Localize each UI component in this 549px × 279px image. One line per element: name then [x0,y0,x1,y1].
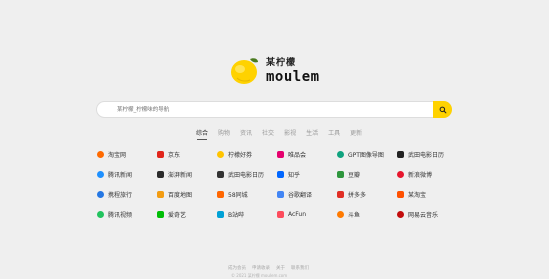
thepaper-icon [157,170,164,178]
site-label: B站哔 [228,211,245,219]
douyu-icon [337,210,344,218]
site-label: 网易云音乐 [408,211,439,219]
lemon-icon [228,53,262,87]
footer-link[interactable]: 联系我们 [291,265,309,271]
logo-cn-text: 某柠檬 [266,57,297,68]
site-label: 淘宝网 [108,151,127,159]
gpt-icon [337,150,344,158]
site-link[interactable]: 知乎 [277,169,337,179]
site-link[interactable]: 豆瓣 [337,169,397,179]
site-label: 爱奇艺 [168,211,187,219]
site-label: 武田电影日历 [228,171,265,179]
site-link[interactable]: AcFun [277,209,337,219]
site-link[interactable]: 京东 [157,149,217,159]
site-link[interactable]: 谷歌翻译 [277,189,337,199]
site-label: 谷歌翻译 [288,191,313,199]
douban-icon [337,170,344,178]
site-label: 知乎 [288,171,301,179]
logo-en-text: moulem [266,68,320,85]
bilibili-icon [217,210,224,218]
site-link[interactable]: 淘宝网 [97,149,157,159]
site-link[interactable]: 柠檬好券 [217,149,277,159]
tab-1[interactable]: 购物 [217,128,231,137]
site-link[interactable]: 携程旅行 [97,189,157,199]
site-label: 某淘宝 [408,191,427,199]
site-link[interactable]: 新浪微博 [397,169,457,179]
site-logo[interactable]: 某柠檬 moulem [228,50,323,90]
calendar-icon [397,150,404,158]
site-link[interactable]: 腾讯视频 [97,209,157,219]
site-label: 腾讯视频 [108,211,133,219]
coupon-icon [217,150,224,158]
netease-music-icon [397,210,404,218]
site-label: 柠檬好券 [228,151,253,159]
site-link[interactable]: 网易云音乐 [397,209,457,219]
site-link[interactable]: 某淘宝 [397,189,457,199]
site-link[interactable]: 武田电影日历 [217,169,277,179]
site-label: 斗鱼 [348,211,361,219]
tab-0[interactable]: 综合 [195,128,209,140]
pinduoduo-icon [337,190,344,198]
site-link[interactable]: 唯品会 [277,149,337,159]
site-link[interactable]: 拼多多 [337,189,397,199]
tab-6[interactable]: 工具 [327,128,341,137]
site-grid: 淘宝网 京东 柠檬好券 唯品会 GPT图像导图 武田电影日历 腾讯新闻 澎湃新闻 武田电影日历知… [97,149,457,229]
site-label: 武田电影日历 [408,151,445,159]
search-icon [439,106,446,113]
google-translate-icon [277,190,284,198]
site-link[interactable]: 爱奇艺 [157,209,217,219]
site-label: 腾讯新闻 [108,171,133,179]
taobao-icon [97,150,104,158]
search-input[interactable] [115,105,419,114]
search-bar [96,101,452,118]
site-label: 新浪微博 [408,171,433,179]
site-link[interactable]: 百度地图 [157,189,217,199]
weibo-icon [397,170,404,178]
footer-link[interactable]: 关于 [276,265,285,271]
site-link[interactable]: 澎湃新闻 [157,169,217,179]
site-label: 澎湃新闻 [168,171,193,179]
site-label: AcFun [288,210,307,218]
site-link[interactable]: 58同城 [217,189,277,199]
tab-5[interactable]: 生活 [305,128,319,137]
baidu-map-icon [157,190,164,198]
search-button[interactable] [433,101,452,118]
site-label: 携程旅行 [108,191,133,199]
site-link[interactable]: 武田电影日历 [397,149,457,159]
site-label: 58同城 [228,191,248,199]
jd-icon [157,150,164,158]
site-link[interactable]: 斗鱼 [337,209,397,219]
site-label: 拼多多 [348,191,367,199]
site-link[interactable]: GPT图像导图 [337,149,397,159]
vip-icon [277,150,284,158]
iqiyi-icon [157,210,164,218]
tencent-news-icon [97,170,104,178]
ctrip-icon [97,190,104,198]
footer-link[interactable]: 申请收录 [252,265,270,271]
shop-icon [397,190,404,198]
footer-link[interactable]: 成为会员 [228,265,246,271]
category-tabs: 综合 购物 资讯 社交 影视 生活 工具 更新 [195,128,363,140]
tab-3[interactable]: 社交 [261,128,275,137]
site-link[interactable]: 腾讯新闻 [97,169,157,179]
zhihu-icon [277,170,284,178]
site-label: 百度地图 [168,191,193,199]
tab-4[interactable]: 影视 [283,128,297,137]
site-link[interactable]: B站哔 [217,209,277,219]
tab-7[interactable]: 更新 [349,128,363,137]
site-label: 唯品会 [288,151,307,159]
58-icon [217,190,224,198]
movie-calendar-icon [217,170,224,178]
tencent-video-icon [97,210,104,218]
footer-copyright: © 2021 某柠檬 moulem.com [231,273,288,278]
tab-2[interactable]: 资讯 [239,128,253,137]
footer-links: 成为会员 申请收录 关于 联系我们 [228,265,309,271]
site-label: 豆瓣 [348,171,361,179]
site-label: 京东 [168,151,181,159]
site-label: GPT图像导图 [348,151,384,159]
acfun-icon [277,210,284,218]
